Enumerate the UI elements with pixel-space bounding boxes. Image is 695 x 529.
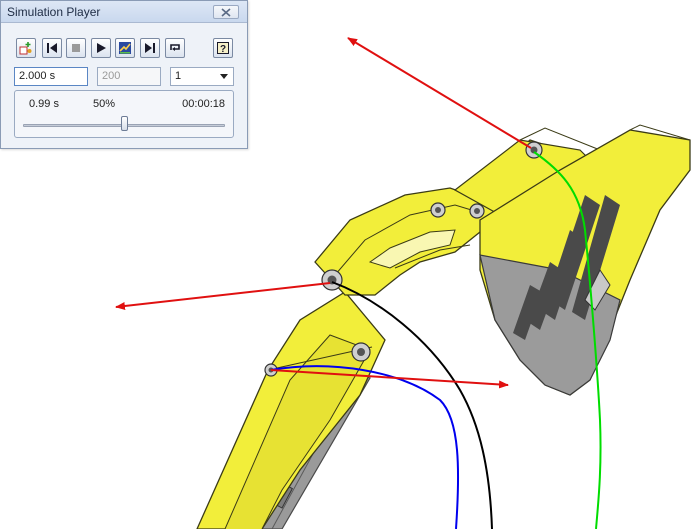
skip-to-end-button[interactable] <box>140 38 160 58</box>
stop-icon <box>72 44 80 52</box>
window-titlebar[interactable]: Simulation Player <box>1 1 247 23</box>
construct-mode-button[interactable] <box>16 38 36 58</box>
help-button[interactable]: ? <box>213 38 233 58</box>
window-title: Simulation Player <box>7 5 101 19</box>
close-button[interactable] <box>213 5 239 19</box>
construct-icon <box>19 42 32 55</box>
simulation-player-window: Simulation Player ? 2.000 s 200 1 0.99 s… <box>0 0 248 149</box>
filter-select[interactable]: 1 <box>170 67 234 86</box>
skip-to-start-icon <box>47 43 57 53</box>
close-icon <box>221 7 231 17</box>
images-input: 200 <box>97 67 161 86</box>
stop-button[interactable] <box>66 38 86 58</box>
filter-select-value: 1 <box>175 70 182 82</box>
loop-icon <box>170 44 180 51</box>
help-icon: ? <box>217 42 229 55</box>
chevron-down-icon <box>220 74 228 79</box>
progress-panel: 0.99 s 50% 00:00:18 <box>14 90 234 138</box>
final-time-input[interactable]: 2.000 s <box>14 67 88 86</box>
force-vector <box>347 37 532 149</box>
percent-complete-label: 50% <box>93 98 116 110</box>
play-results-button[interactable] <box>115 38 135 58</box>
progress-slider-thumb[interactable] <box>120 116 128 131</box>
rewind-button[interactable] <box>42 38 62 58</box>
force-vector <box>115 282 331 310</box>
elapsed-time-label: 00:00:18 <box>182 98 225 110</box>
pin-joint <box>469 203 485 219</box>
current-time-label: 0.99 s <box>29 98 59 110</box>
pin-joint <box>321 269 343 291</box>
results-icon <box>119 42 131 54</box>
skip-to-end-icon <box>145 43 155 53</box>
svg-text:?: ? <box>220 44 226 55</box>
pin-joint <box>351 342 371 362</box>
play-icon <box>97 43 106 53</box>
play-button[interactable] <box>91 38 111 58</box>
pin-joint <box>430 202 446 218</box>
loop-button[interactable] <box>165 38 185 58</box>
